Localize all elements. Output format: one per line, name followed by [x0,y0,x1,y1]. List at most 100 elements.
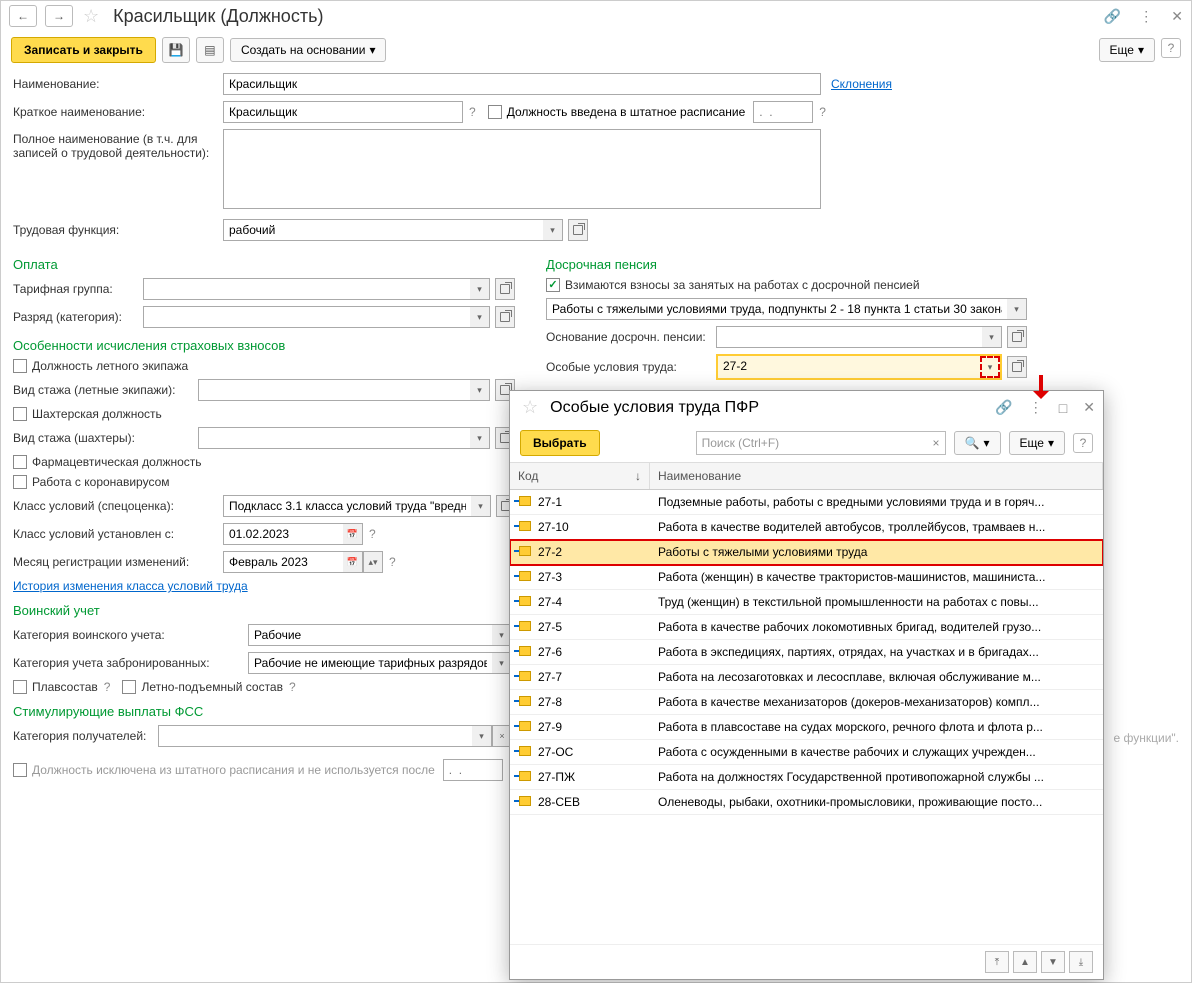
special-cond-input[interactable] [718,356,980,376]
help-button[interactable]: ? [1161,38,1181,58]
flight-exp-input[interactable] [198,379,470,401]
dropdown-button[interactable]: ▾ [543,219,563,241]
name-input[interactable] [223,73,821,95]
table-row[interactable]: 27-3Работа (женщин) в качестве тракторис… [510,565,1103,590]
dropdown-button[interactable]: ▾ [470,306,490,328]
search-button[interactable]: 🔍 ▾ [954,431,1001,455]
more-dropdown[interactable]: Еще ▾ [1099,38,1155,62]
open-button[interactable] [495,306,515,328]
help-button[interactable]: ? [1073,433,1093,453]
create-based-dropdown[interactable]: Создать на основании ▾ [230,38,387,62]
table-row[interactable]: 27-8Работа в качестве механизаторов (док… [510,690,1103,715]
table-row[interactable]: 27-10Работа в качестве водителей автобус… [510,515,1103,540]
spinner-button[interactable]: ▴▾ [363,551,383,573]
open-button[interactable] [1007,326,1027,348]
pension-basis-input[interactable] [716,326,982,348]
help-icon[interactable]: ? [389,555,396,569]
rank-input[interactable] [143,306,470,328]
link-icon[interactable]: 🔗 [1104,8,1121,25]
help-icon[interactable]: ? [369,527,376,541]
shortname-input[interactable] [223,101,463,123]
help-icon[interactable]: ? [469,105,476,119]
dropdown-button[interactable]: ▾ [982,326,1002,348]
scroll-bottom-button[interactable]: ⤓ [1069,951,1093,973]
dropdown-button[interactable]: ▾ [472,725,492,747]
naval-checkbox[interactable] [13,680,27,694]
class-date-input[interactable] [223,523,343,545]
clear-icon[interactable]: × [933,436,940,450]
open-button[interactable] [568,219,588,241]
save-close-button[interactable]: Записать и закрыть [11,37,156,63]
row-icon [510,720,532,734]
mil-res-input[interactable] [248,652,492,674]
workfunc-input[interactable] [223,219,543,241]
nav-back-button[interactable]: ← [9,5,37,27]
reg-month-input[interactable] [223,551,343,573]
pension-works-input[interactable] [546,298,1007,320]
table-row[interactable]: 27-4Труд (женщин) в текстильной промышле… [510,590,1103,615]
close-icon[interactable]: ✕ [1171,8,1183,25]
pension-checkbox[interactable] [546,278,560,292]
help-icon[interactable]: ? [104,680,111,694]
dropdown-button[interactable]: ▾ [1007,298,1027,320]
instaff-date-input[interactable] [753,101,813,123]
table-row[interactable]: 27-7Работа на лесозаготовках и лесосплав… [510,665,1103,690]
calendar-button[interactable]: 📅 [343,523,363,545]
mil-cat-input[interactable] [248,624,492,646]
pension-check-label: Взимаются взносы за занятых на работах с… [565,278,920,292]
fullname-textarea[interactable] [223,129,821,209]
fss-cat-input[interactable] [158,725,472,747]
search-input[interactable]: Поиск (Ctrl+F) × [696,431,946,455]
table-row[interactable]: 28-СЕВОленеводы, рыбаки, охотники-промыс… [510,790,1103,815]
favorite-icon[interactable]: ☆ [83,6,99,27]
table-row[interactable]: 27-5Работа в качестве рабочих локомотивн… [510,615,1103,640]
history-link[interactable]: История изменения класса условий труда [13,579,248,593]
scroll-up-button[interactable]: ▲ [1013,951,1037,973]
dropdown-button[interactable]: ▾ [471,495,491,517]
table-row[interactable]: 27-ОСРабота с осужденными в качестве раб… [510,740,1103,765]
close-icon[interactable]: ✕ [1083,399,1095,416]
table-row[interactable]: 27-1Подземные работы, работы с вредными … [510,490,1103,515]
table-row[interactable]: 27-ПЖРабота на должностях Государственно… [510,765,1103,790]
table-row[interactable]: 27-6Работа в экспедициях, партиях, отряд… [510,640,1103,665]
table-row[interactable]: 27-2Работы с тяжелыми условиями труда [510,540,1103,565]
open-button[interactable] [495,278,515,300]
open-button[interactable] [1007,356,1027,378]
instaff-checkbox[interactable] [488,105,502,119]
col-code-header[interactable]: Код↓ [510,463,650,489]
maximize-icon[interactable]: □ [1059,400,1067,416]
kebab-icon[interactable]: ⋮ [1029,399,1043,416]
save-button[interactable]: 💾 [162,37,190,63]
covid-label: Работа с коронавирусом [32,475,170,489]
airborne-checkbox[interactable] [122,680,136,694]
favorite-icon[interactable]: ☆ [522,397,538,418]
scroll-down-button[interactable]: ▼ [1041,951,1065,973]
dropdown-button[interactable]: ▾ [470,379,490,401]
help-icon[interactable]: ? [289,680,296,694]
declensions-link[interactable]: Склонения [831,77,892,91]
flight-crew-checkbox[interactable] [13,359,27,373]
dropdown-button[interactable]: ▾ [980,356,1000,378]
excluded-date-input[interactable] [443,759,503,781]
miner-exp-input[interactable] [198,427,470,449]
tariff-input[interactable] [143,278,470,300]
col-name-header[interactable]: Наименование [650,463,1103,489]
help-icon[interactable]: ? [819,105,826,119]
link-icon[interactable]: 🔗 [995,399,1012,416]
scroll-top-button[interactable]: ⤒ [985,951,1009,973]
row-icon [510,620,532,634]
excluded-checkbox[interactable] [13,763,27,777]
more-dropdown[interactable]: Еще ▾ [1009,431,1065,455]
miner-checkbox[interactable] [13,407,27,421]
table-row[interactable]: 27-9Работа в плавсоставе на судах морско… [510,715,1103,740]
nav-forward-button[interactable]: → [45,5,73,27]
select-button[interactable]: Выбрать [520,430,600,456]
dropdown-button[interactable]: ▾ [470,278,490,300]
pharma-checkbox[interactable] [13,455,27,469]
calendar-button[interactable]: 📅 [343,551,363,573]
dropdown-button[interactable]: ▾ [470,427,490,449]
document-button[interactable]: ▤ [196,37,224,63]
kebab-icon[interactable]: ⋮ [1139,8,1153,25]
covid-checkbox[interactable] [13,475,27,489]
class-input[interactable] [223,495,471,517]
